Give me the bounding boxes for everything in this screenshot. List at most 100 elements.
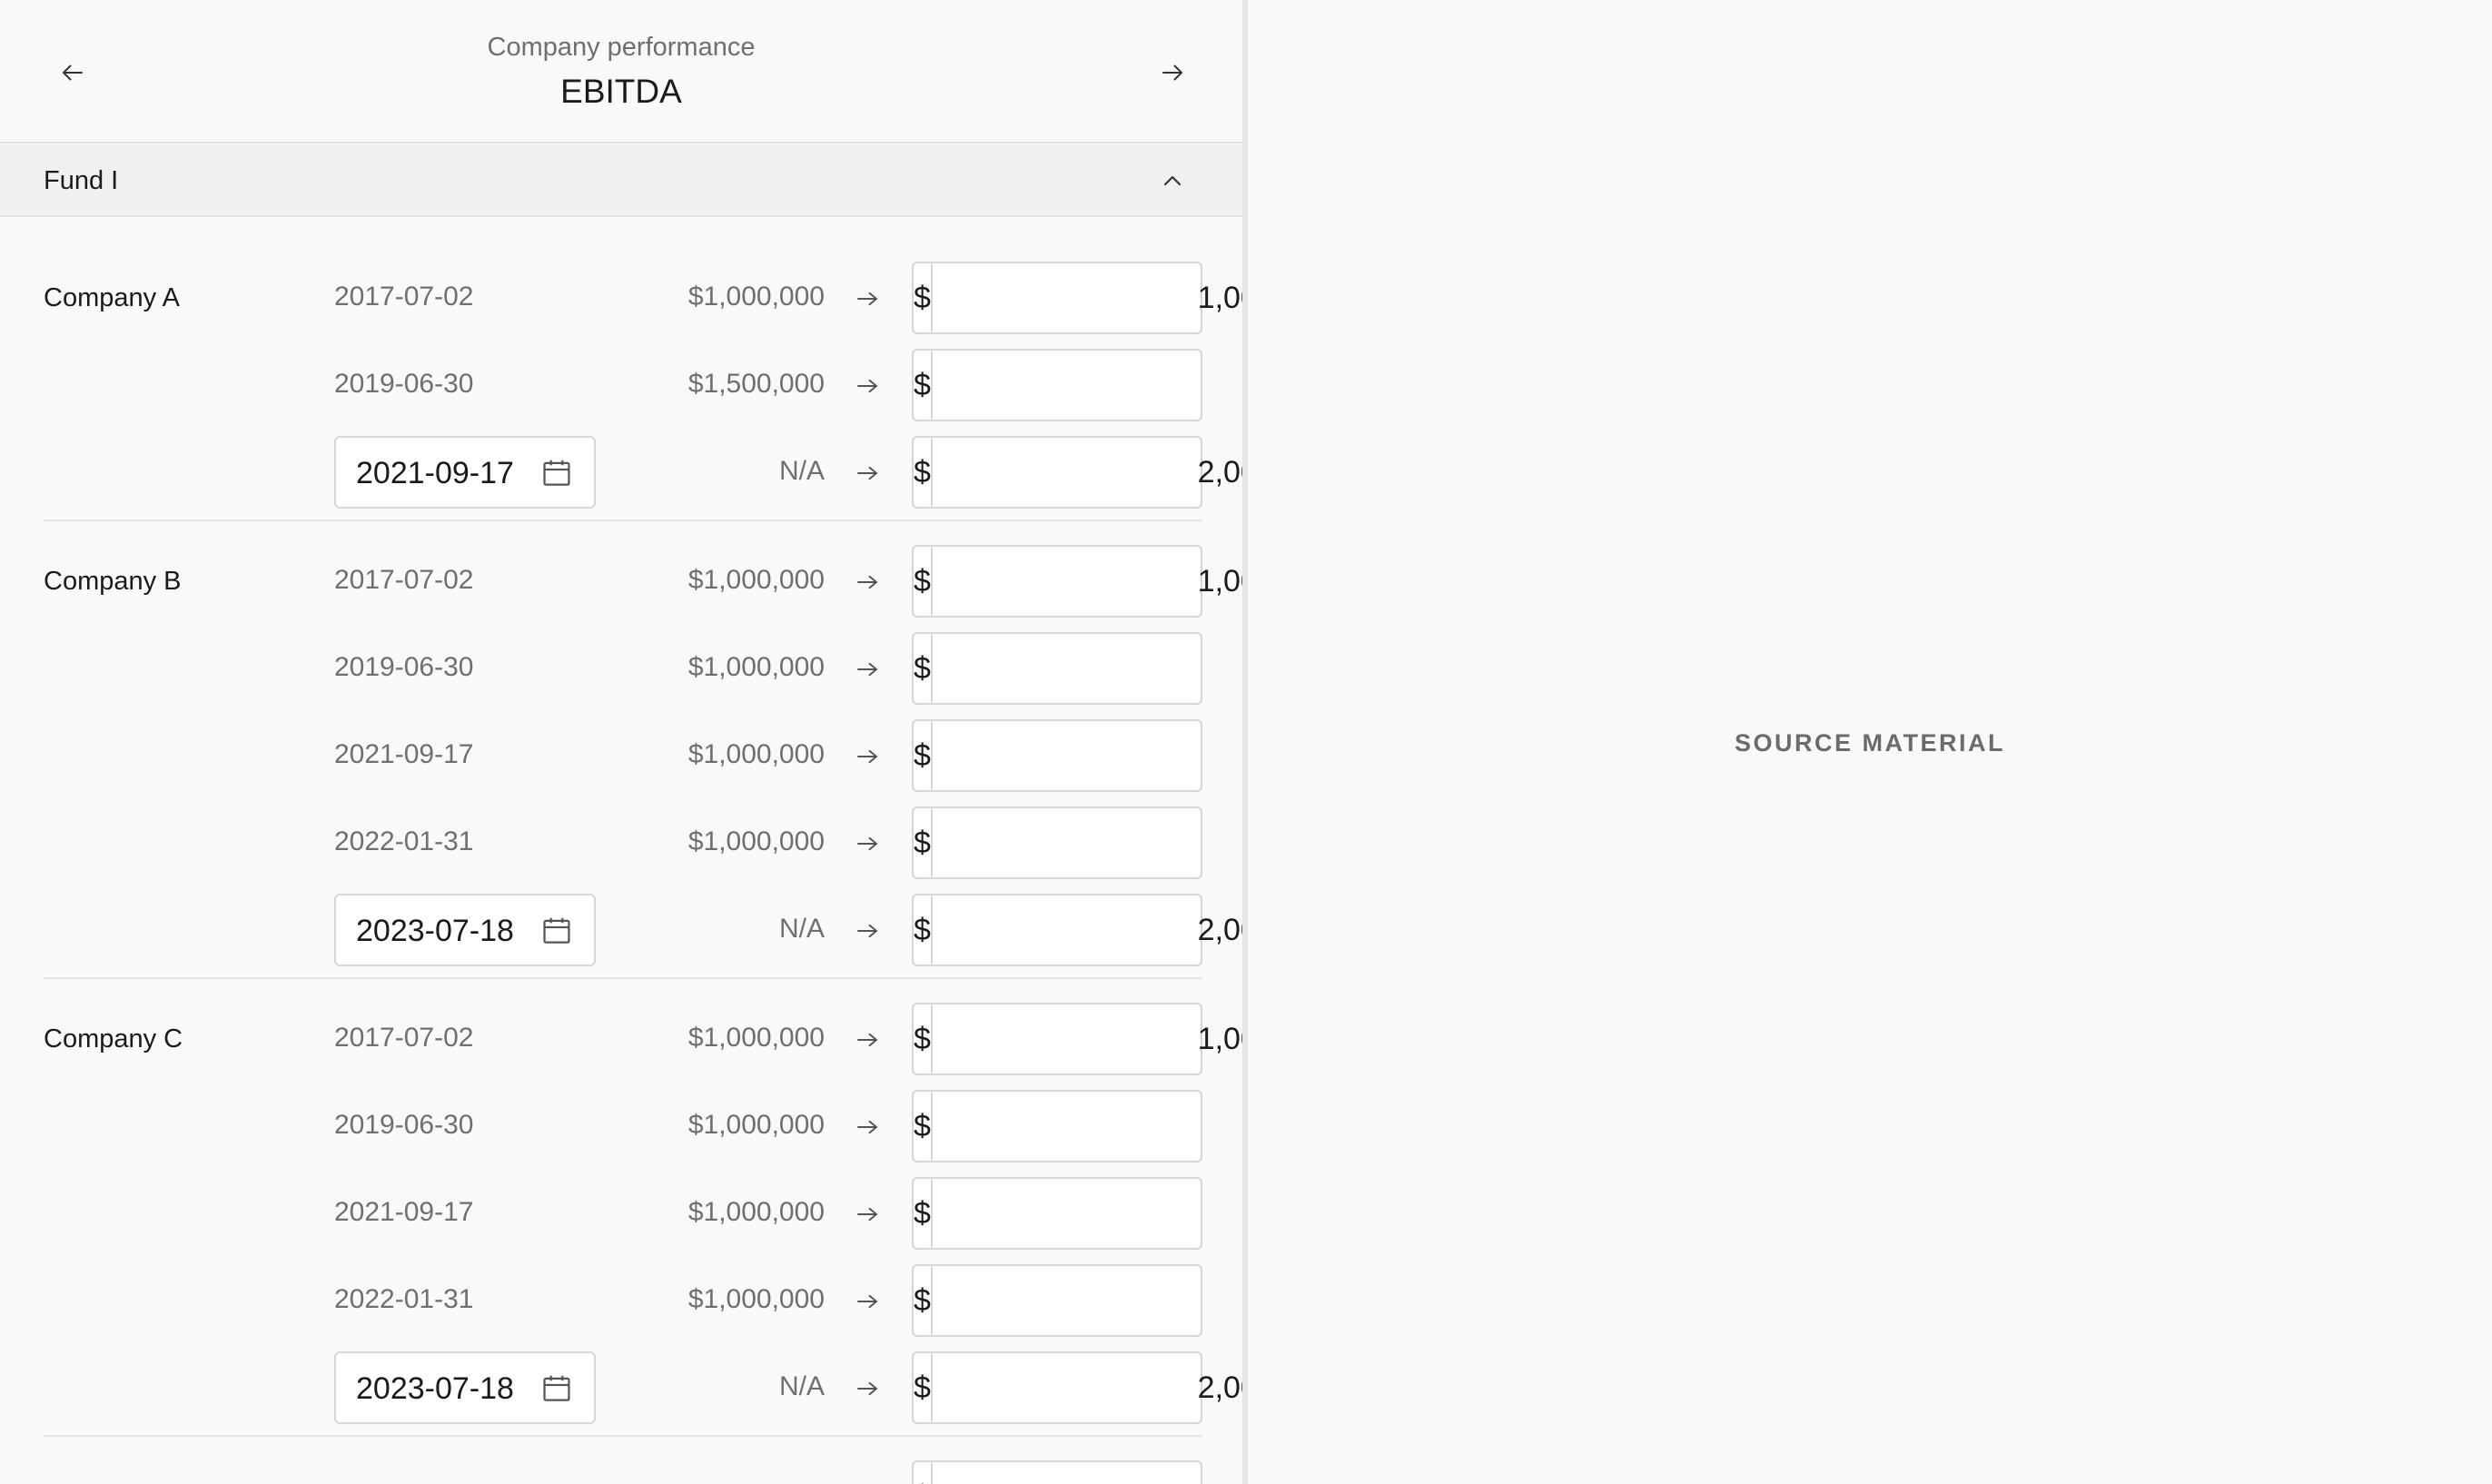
arrow-right-icon xyxy=(857,1033,877,1047)
app-root: Company performance EBITDA Fund I Compan… xyxy=(0,0,2492,1484)
arrow-right-icon xyxy=(857,924,877,938)
metric-row: 2021-09-17 $1,000,000 $ xyxy=(0,719,1242,792)
arrow-right-icon xyxy=(857,1294,877,1309)
amount-field[interactable]: $ xyxy=(912,1003,1242,1075)
previous-value: $1,000,000 xyxy=(687,1110,825,1140)
header-subtitle: Company performance xyxy=(487,33,756,62)
amount-input[interactable] xyxy=(932,351,1242,420)
amount-field[interactable]: $ xyxy=(912,806,1242,879)
previous-value: $1,000,000 xyxy=(688,1480,825,1484)
amount-input[interactable] xyxy=(932,1353,1242,1422)
date-value: 2023-07-18 xyxy=(356,1371,514,1406)
data-entry-panel: Company performance EBITDA Fund I Compan… xyxy=(0,0,1242,1484)
amount-input[interactable] xyxy=(932,808,1242,877)
currency-symbol: $ xyxy=(914,438,933,507)
amount-input[interactable] xyxy=(932,1092,1242,1161)
period-date: 2022-01-31 xyxy=(334,826,474,856)
metric-row: 2023-07-18 N/A $ xyxy=(0,894,1242,966)
currency-symbol: $ xyxy=(914,721,933,790)
amount-input[interactable] xyxy=(932,721,1242,790)
period-date: 2019-06-30 xyxy=(334,652,474,682)
page-title: EBITDA xyxy=(560,73,682,110)
previous-value: $1,500,000 xyxy=(687,369,825,399)
currency-symbol: $ xyxy=(914,547,933,616)
currency-symbol: $ xyxy=(914,1353,933,1422)
amount-input[interactable] xyxy=(932,1004,1242,1073)
metric-row: 2021-09-17 $1,000,000 $ xyxy=(0,1177,1242,1250)
previous-value: N/A xyxy=(778,1371,825,1401)
amount-field[interactable]: $ xyxy=(912,436,1242,509)
date-picker-input[interactable]: 2021-09-17 xyxy=(334,436,596,509)
amount-field[interactable]: $ xyxy=(912,894,1242,966)
previous-value: $1,000,000 xyxy=(687,1023,825,1053)
amount-field[interactable]: $ xyxy=(912,1460,1242,1484)
amount-field[interactable]: $ xyxy=(912,1351,1242,1424)
amount-input[interactable] xyxy=(932,547,1242,616)
date-value: 2021-09-17 xyxy=(356,456,514,490)
amount-input[interactable] xyxy=(932,438,1242,507)
currency-symbol: $ xyxy=(914,895,933,965)
amount-field[interactable]: $ xyxy=(912,719,1242,792)
amount-field[interactable]: $ xyxy=(912,545,1242,618)
metric-row: 2023-07-18 N/A $ xyxy=(0,1351,1242,1424)
fund-name: Fund I xyxy=(44,166,119,195)
arrow-right-icon xyxy=(857,662,877,677)
amount-input[interactable] xyxy=(932,895,1242,965)
period-date: 2022-01-31 xyxy=(334,1284,474,1314)
previous-value: $1,000,000 xyxy=(687,652,825,682)
currency-symbol: $ xyxy=(914,1266,933,1335)
period-date: 2017-07-02 xyxy=(334,565,474,595)
next-metric-button[interactable] xyxy=(1150,50,1195,95)
chevron-up-icon[interactable] xyxy=(1158,166,1187,195)
date-picker-input[interactable]: 2023-07-18 xyxy=(334,1351,596,1424)
previous-value: $1,000,000 xyxy=(687,1197,825,1227)
amount-input[interactable] xyxy=(932,1462,1242,1484)
previous-value: $1,000,000 xyxy=(687,282,825,312)
metric-row: 2021-09-17 N/A $ xyxy=(0,436,1242,509)
metric-row: 2017-07-02 $1,000,000 $ xyxy=(0,262,1242,334)
amount-field[interactable]: $ xyxy=(912,1090,1242,1162)
source-material-panel: SOURCE MATERIAL xyxy=(1248,0,2492,1484)
date-picker-input[interactable]: 2023-07-18 xyxy=(334,894,596,966)
amount-input[interactable] xyxy=(932,1266,1242,1335)
currency-symbol: $ xyxy=(914,351,933,420)
calendar-icon[interactable] xyxy=(539,914,574,948)
arrow-right-icon xyxy=(857,292,877,306)
previous-value: N/A xyxy=(778,456,825,486)
amount-field[interactable]: $ xyxy=(912,262,1242,334)
company-divider xyxy=(44,1435,1202,1437)
fund-section-header[interactable]: Fund I xyxy=(0,144,1242,217)
previous-value: $1,000,000 xyxy=(687,565,825,595)
period-date: 2021-09-17 xyxy=(334,1197,474,1227)
calendar-icon[interactable] xyxy=(539,1371,574,1406)
previous-value: $1,000,000 xyxy=(687,826,825,856)
date-value: 2023-07-18 xyxy=(356,914,514,948)
amount-field[interactable]: $ xyxy=(912,1264,1242,1337)
amount-input[interactable] xyxy=(932,263,1242,332)
metric-row: 2017-07-02 $1,000,000 $ xyxy=(0,1460,1242,1484)
company-divider xyxy=(44,977,1202,979)
arrow-right-icon xyxy=(857,749,877,764)
amount-input[interactable] xyxy=(932,634,1242,703)
company-divider xyxy=(44,519,1202,521)
amount-field[interactable]: $ xyxy=(912,632,1242,705)
calendar-icon[interactable] xyxy=(539,456,574,490)
arrow-right-icon xyxy=(857,1120,877,1134)
currency-symbol: $ xyxy=(914,1179,933,1248)
amount-field[interactable]: $ xyxy=(912,349,1242,421)
period-date: 2017-07-02 xyxy=(334,282,474,312)
panel-header: Company performance EBITDA xyxy=(0,0,1242,143)
currency-symbol: $ xyxy=(914,263,933,332)
arrow-right-icon xyxy=(857,1207,877,1222)
arrow-right-icon xyxy=(857,836,877,851)
amount-input[interactable] xyxy=(932,1179,1242,1248)
period-date: 2019-06-30 xyxy=(334,1110,474,1140)
currency-symbol: $ xyxy=(914,1004,933,1073)
amount-field[interactable]: $ xyxy=(912,1177,1242,1250)
arrow-right-icon xyxy=(857,466,877,480)
source-material-label: SOURCE MATERIAL xyxy=(1735,729,2005,757)
period-date: 2019-06-30 xyxy=(334,369,474,399)
metric-row: 2019-06-30 $1,000,000 $ xyxy=(0,632,1242,705)
currency-symbol: $ xyxy=(914,1462,933,1484)
period-date: 2021-09-17 xyxy=(334,739,474,769)
